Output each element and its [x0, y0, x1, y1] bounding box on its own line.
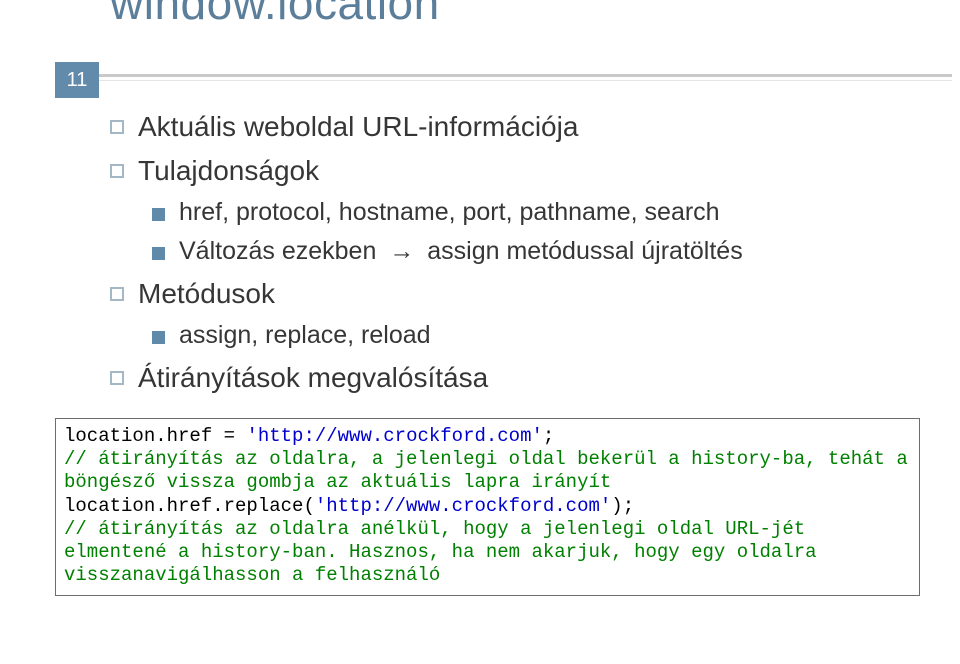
square-bullet-icon	[110, 287, 124, 301]
code-text: location.href.replace(	[64, 495, 315, 517]
bullet-methods: Metódusok	[110, 275, 932, 313]
bullet-properties-list: href, protocol, hostname, port, pathname…	[152, 196, 932, 230]
slide: window.location 11 Aktuális weboldal URL…	[0, 0, 960, 664]
title-separator-thick	[99, 74, 952, 77]
text-post-arrow: assign metódussal újratöltés	[427, 237, 742, 265]
code-example-box: location.href = 'http://www.crockford.co…	[55, 418, 920, 596]
code-text: ;	[543, 425, 554, 447]
content-area: Aktuális weboldal URL-információja Tulaj…	[110, 108, 932, 402]
bullet-text: assign, replace, reload	[179, 319, 431, 353]
square-bullet-icon	[110, 120, 124, 134]
arrow-icon: →	[383, 237, 420, 265]
page-number-badge: 11	[55, 62, 99, 98]
bullet-properties: Tulajdonságok	[110, 152, 932, 190]
square-bullet-icon	[110, 371, 124, 385]
bullet-methods-list: assign, replace, reload	[152, 319, 932, 353]
code-comment-1: // átirányítás az oldalra, a jelenlegi o…	[64, 448, 911, 494]
bullet-text: Átirányítások megvalósítása	[138, 359, 488, 397]
square-bullet-icon	[110, 164, 124, 178]
code-comment-2: // átirányítás az oldalra anélkül, hogy …	[64, 518, 911, 588]
text-pre-arrow: Változás ezekben	[179, 237, 376, 265]
bullet-text: Tulajdonságok	[138, 152, 319, 190]
bullet-text: Aktuális weboldal URL-információja	[138, 108, 578, 146]
bullet-text: Metódusok	[138, 275, 275, 313]
bullet-text: Változás ezekben → assign metódussal újr…	[179, 235, 743, 269]
slide-title: window.location	[110, 0, 440, 30]
title-separator-thin	[99, 80, 952, 81]
code-string: 'http://www.crockford.com'	[246, 425, 542, 447]
filled-square-bullet-icon	[152, 247, 165, 260]
code-text: );	[611, 495, 634, 517]
code-string: 'http://www.crockford.com'	[315, 495, 611, 517]
filled-square-bullet-icon	[152, 331, 165, 344]
code-line-2: location.href.replace('http://www.crockf…	[64, 495, 911, 518]
code-line-1: location.href = 'http://www.crockford.co…	[64, 425, 911, 448]
bullet-text: href, protocol, hostname, port, pathname…	[179, 196, 720, 230]
bullet-redirects: Átirányítások megvalósítása	[110, 359, 932, 397]
bullet-properties-change: Változás ezekben → assign metódussal újr…	[152, 235, 932, 269]
filled-square-bullet-icon	[152, 208, 165, 221]
bullet-url-info: Aktuális weboldal URL-információja	[110, 108, 932, 146]
code-text: location.href =	[64, 425, 246, 447]
